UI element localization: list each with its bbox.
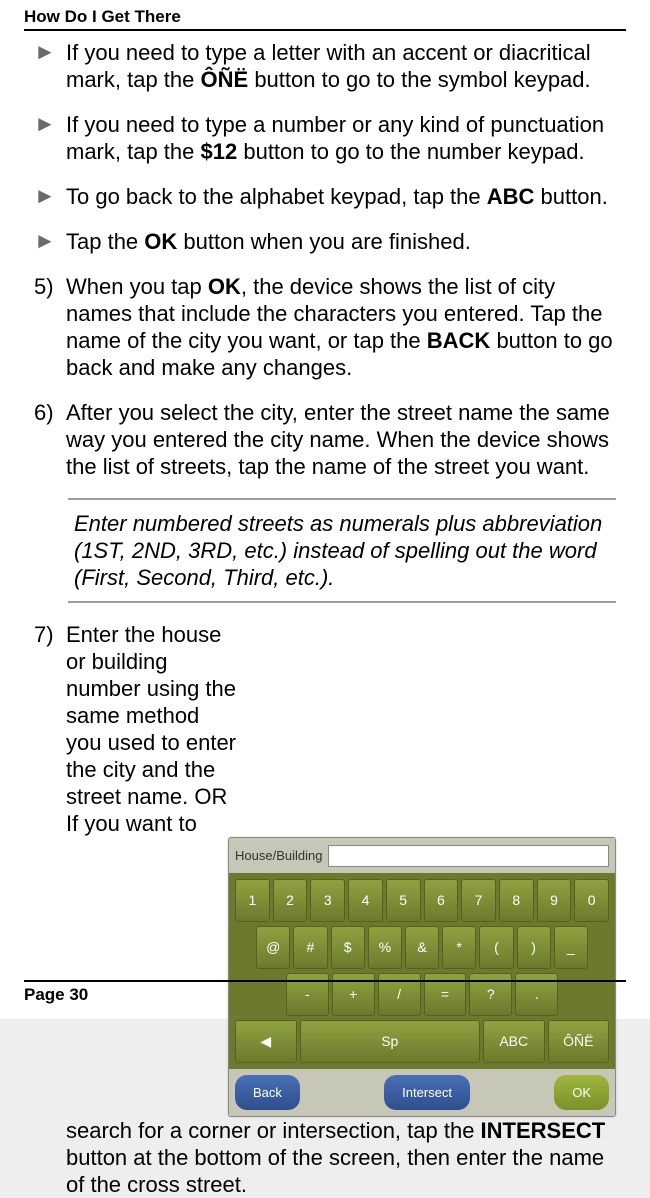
bullet-mark: ►	[34, 183, 66, 210]
step-7: 7) Enter the house or building number us…	[34, 621, 616, 1198]
key-1[interactable]: 1	[235, 879, 270, 922]
content: ► If you need to type a letter with an a…	[24, 39, 626, 1198]
key-8[interactable]: 8	[499, 879, 534, 922]
intersect-button[interactable]: Intersect	[384, 1075, 470, 1110]
callout-note: Enter numbered streets as numerals plus …	[68, 498, 616, 603]
header-rule	[24, 29, 626, 31]
bullet-item: ► Tap the OK button when you are finishe…	[34, 228, 616, 255]
section-header: How Do I Get There	[24, 0, 626, 29]
ok-button[interactable]: OK	[554, 1075, 609, 1110]
key-space[interactable]: Sp	[300, 1020, 481, 1063]
key-abc[interactable]: ABC	[483, 1020, 545, 1063]
keypad-footer: Back Intersect OK	[229, 1069, 615, 1116]
bullet-item: ► To go back to the alphabet keypad, tap…	[34, 183, 616, 210]
bullet-text: To go back to the alphabet keypad, tap t…	[66, 183, 608, 210]
step-text: After you select the city, enter the str…	[66, 399, 616, 480]
step-5: 5) When you tap OK, the device shows the…	[34, 273, 616, 381]
footer-rule	[24, 980, 626, 982]
step-number: 5)	[34, 273, 66, 381]
bullet-text: If you need to type a number or any kind…	[66, 111, 616, 165]
key-accent[interactable]: ÔÑË	[548, 1020, 610, 1063]
step-body: Enter the house or building number using…	[66, 621, 616, 1198]
page-number: Page 30	[24, 986, 626, 1011]
bullet-mark: ►	[34, 111, 66, 165]
key-2[interactable]: 2	[273, 879, 308, 922]
keypad-field-label: House/Building	[235, 842, 322, 869]
key-left-arrow-icon[interactable]: ◀	[235, 1020, 297, 1063]
key-0[interactable]: 0	[574, 879, 609, 922]
keypad-header: House/Building	[229, 838, 615, 873]
bullet-text: If you need to type a letter with an acc…	[66, 39, 616, 93]
key-3[interactable]: 3	[310, 879, 345, 922]
page-footer: Page 30	[24, 956, 626, 1011]
bullet-text: Tap the OK button when you are finished.	[66, 228, 471, 255]
step-6: 6) After you select the city, enter the …	[34, 399, 616, 480]
key-9[interactable]: 9	[537, 879, 572, 922]
key-5[interactable]: 5	[386, 879, 421, 922]
back-button[interactable]: Back	[235, 1075, 300, 1110]
step-text: When you tap OK, the device shows the li…	[66, 273, 616, 381]
bullet-item: ► If you need to type a letter with an a…	[34, 39, 616, 93]
key-4[interactable]: 4	[348, 879, 383, 922]
step-text-top: Enter the house or building number using…	[66, 621, 236, 837]
keypad-input[interactable]	[328, 845, 609, 867]
bullet-mark: ►	[34, 228, 66, 255]
key-7[interactable]: 7	[461, 879, 496, 922]
key-6[interactable]: 6	[424, 879, 459, 922]
step-number: 7)	[34, 621, 66, 1198]
bullet-item: ► If you need to type a number or any ki…	[34, 111, 616, 165]
step-number: 6)	[34, 399, 66, 480]
step-text-bottom: search for a corner or intersection, tap…	[66, 1117, 616, 1198]
page: How Do I Get There ► If you need to type…	[0, 0, 650, 1019]
bullet-mark: ►	[34, 39, 66, 93]
